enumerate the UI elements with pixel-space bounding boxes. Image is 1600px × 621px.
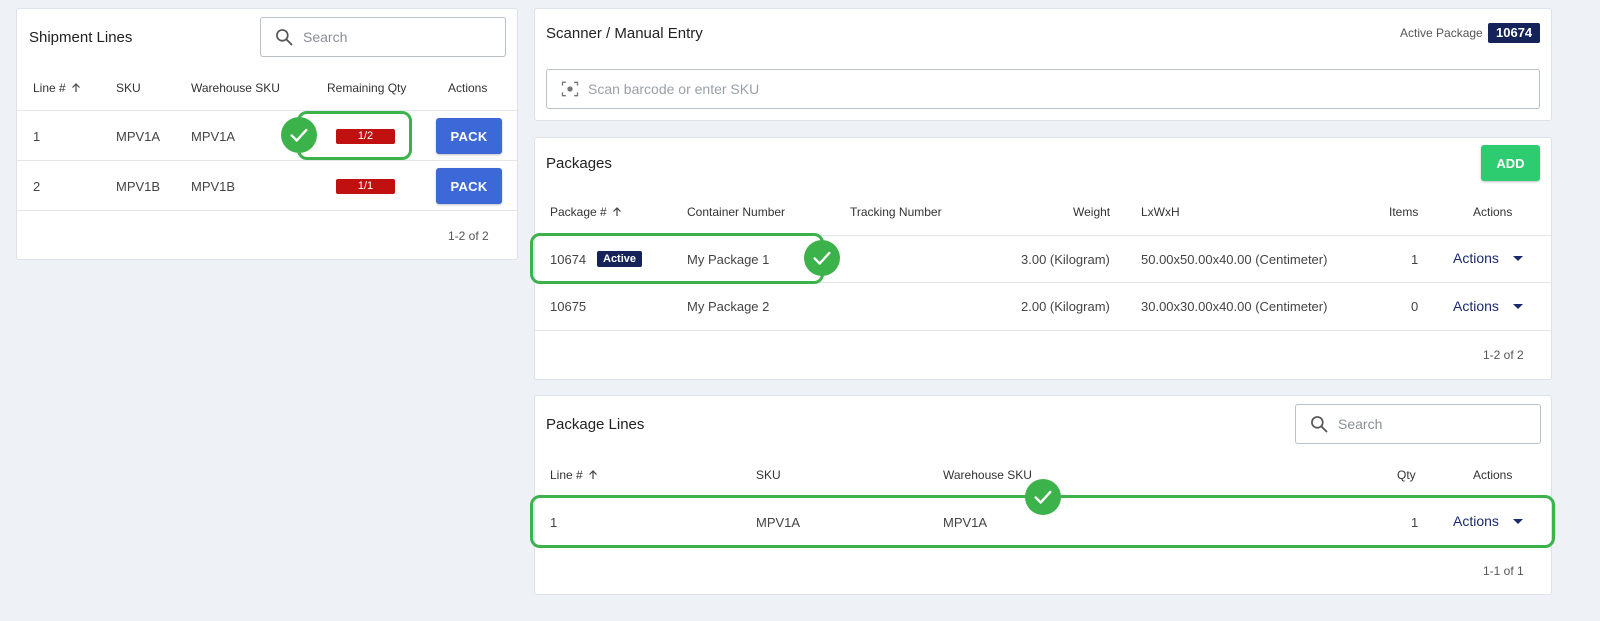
actions-dropdown[interactable]: Actions [1453,513,1523,529]
package-lines-search[interactable] [1295,404,1541,444]
scan-input-field[interactable] [546,69,1540,109]
table-row-sku: MPV1A [116,129,161,144]
col-header-remaining-qty: Remaining Qty [327,81,407,95]
table-row-weight: 2.00 (Kilogram) [1021,299,1110,314]
col-header-actions: Actions [448,81,488,95]
col-header-actions: Actions [1473,205,1513,219]
pagination-info: 1-2 of 2 [1483,348,1524,362]
col-header-line[interactable]: Line # [33,81,81,95]
search-icon [276,29,293,46]
status-badge: Active [597,251,643,267]
col-header-warehouse-sku: Warehouse SKU [191,81,280,95]
table-row-warehouse-sku: MPV1A [191,129,236,144]
caret-down-icon [1512,518,1523,524]
table-row-warehouse-sku: MPV1A [943,515,988,530]
search-icon [1311,416,1328,433]
pack-button[interactable]: PACK [436,118,502,154]
check-icon [1025,479,1061,515]
col-header-package[interactable]: Package # [550,205,622,219]
col-header-container: Container Number [687,205,786,219]
divider [17,110,517,111]
remaining-qty-badge: 1/1 [336,179,395,194]
pagination-info: 1-1 of 1 [1483,564,1524,578]
table-row-line: 2 [33,179,41,194]
table-row-container: My Package 1 [687,252,770,267]
shipment-lines-search-input[interactable] [303,29,483,45]
scan-input[interactable] [588,81,1488,97]
scanner-title: Scanner / Manual Entry [546,25,703,42]
sort-arrow-up-icon [588,470,597,479]
col-header-sku: SKU [756,468,781,482]
col-header-tracking: Tracking Number [850,205,942,219]
col-header-items: Items [1389,205,1419,219]
table-row-sku: MPV1A [756,515,801,530]
table-row-package: 10674 [550,252,587,267]
package-lines-title: Package Lines [546,416,645,433]
table-row-container: My Package 2 [687,299,770,314]
table-row-weight: 3.00 (Kilogram) [1021,252,1110,267]
table-row-line: 1 [550,515,558,530]
divider [535,235,1551,236]
table-row-sku: MPV1B [116,179,161,194]
divider [17,210,517,211]
divider [17,160,517,161]
caret-down-icon [1512,255,1523,261]
col-header-weight: Weight [1073,205,1111,219]
shipment-lines-search[interactable] [260,17,506,57]
table-row-line: 1 [33,129,41,144]
check-icon [804,240,840,276]
packages-title: Packages [546,155,612,172]
table-row-warehouse-sku: MPV1B [191,179,236,194]
shipment-lines-card: Shipment Lines Line # SKU Warehouse SKU … [16,8,518,260]
col-header-warehouse-sku: Warehouse SKU [943,468,1032,482]
pack-button[interactable]: PACK [436,168,502,204]
remaining-qty-badge: 1/2 [336,129,395,144]
actions-dropdown[interactable]: Actions [1453,298,1523,314]
divider [535,282,1551,283]
scanner-card: Scanner / Manual Entry Active Package 10… [534,8,1552,121]
sort-arrow-up-icon [612,207,621,216]
caret-down-icon [1512,303,1523,309]
active-package-label: Active Package [1400,26,1483,40]
active-package-id: 10674 [1488,23,1541,43]
col-header-dims: LxWxH [1141,205,1180,219]
sort-arrow-up-icon [71,83,80,92]
table-row-qty: 1 [1411,515,1419,530]
pagination-info: 1-2 of 2 [448,229,489,243]
check-icon [281,117,317,153]
table-row-dims: 50.00x50.00x40.00 (Centimeter) [1141,252,1328,267]
divider [535,330,1551,331]
col-header-actions: Actions [1473,468,1513,482]
package-lines-search-input[interactable] [1338,416,1518,432]
packages-card: Packages ADD Package # Container Number … [534,137,1552,380]
table-row-items: 0 [1411,299,1419,314]
actions-dropdown[interactable]: Actions [1453,250,1523,266]
col-header-qty: Qty [1397,468,1416,482]
table-row-items: 1 [1411,252,1419,267]
table-row-dims: 30.00x30.00x40.00 (Centimeter) [1141,299,1328,314]
add-package-button[interactable]: ADD [1481,145,1540,181]
col-header-line[interactable]: Line # [550,468,598,482]
shipment-lines-title: Shipment Lines [29,29,133,46]
scan-icon [561,81,579,97]
col-header-sku: SKU [116,81,141,95]
divider [535,546,1551,547]
table-row-package: 10675 [550,299,587,314]
